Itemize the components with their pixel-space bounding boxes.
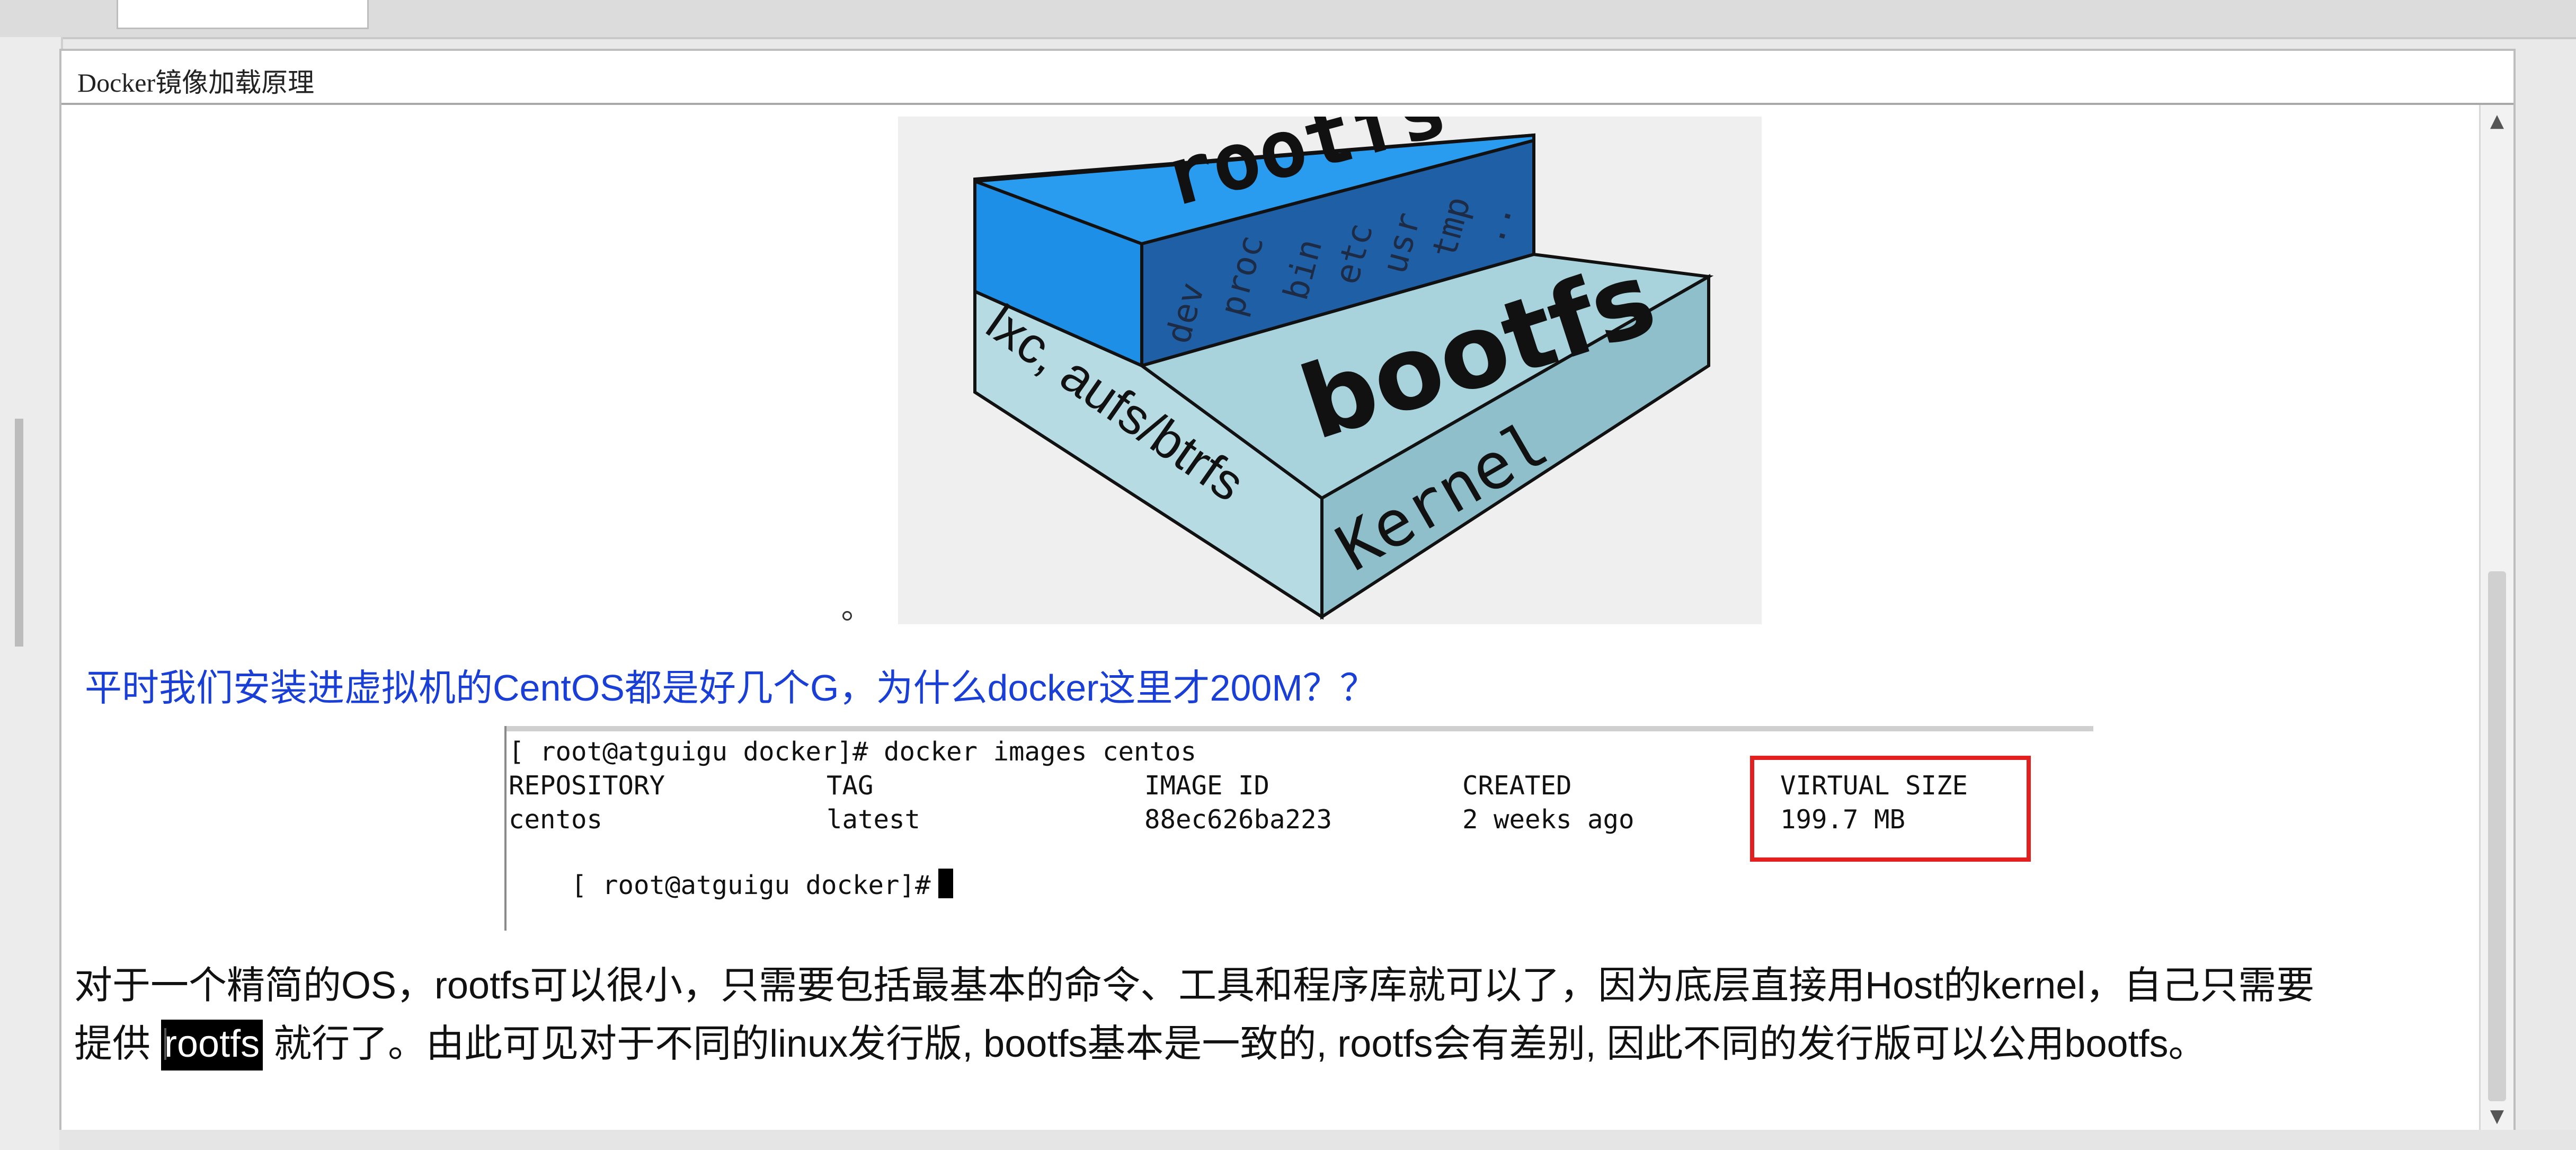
question-text: 平时我们安装进虚拟机的CentOS都是好几个G，为什么docker这里才200M… (85, 667, 1377, 709)
virtual-size-highlight-box (1750, 756, 2031, 862)
top-toolbar-strip (0, 0, 2576, 39)
terminal-command-line: [ root@atguigu docker]# docker images ce… (509, 737, 1197, 767)
terminal-top-border (504, 726, 2093, 731)
paragraph-line-2: 提供 rootfs 就行了。由此可见对于不同的linux发行版, bootfs基… (74, 1012, 2207, 1071)
terminal-header-repository: REPOSITORY (509, 771, 665, 801)
terminal-prompt: [ root@atguigu docker]# (571, 870, 931, 900)
terminal-cursor (938, 869, 953, 898)
terminal-cell-created: 2 weeks ago (1462, 804, 1635, 835)
terminal-prompt-line: [ root@atguigu docker]# (509, 838, 953, 931)
bottom-strip (59, 1130, 2576, 1150)
paragraph-line-2-suffix: 就行了。由此可见对于不同的linux发行版, bootfs基本是一致的, roo… (263, 1023, 2207, 1065)
vertical-scrollbar[interactable]: ▲ ▼ (2479, 105, 2513, 1132)
left-rail (0, 37, 63, 1150)
selected-word-text: rootfs (164, 1023, 260, 1065)
paragraph-line-1: 对于一个精简的OS，rootfs可以很小，只需要包括最基本的命令、工具和程序库就… (74, 965, 2315, 1007)
selected-text-rootfs[interactable]: rootfs (161, 1020, 263, 1071)
bootfs-rootfs-diagram: rootfs dev proc bin etc usr tmp .. bootf… (898, 117, 1762, 624)
document-title: Docker镜像加载原理 (77, 68, 315, 98)
terminal-left-border (504, 726, 507, 931)
scrollbar-thumb[interactable] (2488, 571, 2506, 1101)
paragraph-line-2-prefix: 提供 (74, 1023, 162, 1065)
scroll-up-icon[interactable]: ▲ (2481, 105, 2513, 137)
scroll-down-icon[interactable]: ▼ (2481, 1100, 2513, 1132)
terminal-header-created: CREATED (1462, 771, 1572, 801)
terminal-cell-image-id: 88ec626ba223 (1144, 804, 1333, 835)
terminal-header-tag: TAG (827, 771, 874, 801)
terminal-cell-repository: centos (509, 804, 603, 835)
top-tab[interactable] (117, 0, 369, 29)
terminal-cell-tag: latest (827, 804, 921, 835)
small-circle-mark (842, 611, 852, 621)
document-titlebar: Docker镜像加载原理 (61, 51, 2513, 105)
terminal-header-image-id: IMAGE ID (1144, 771, 1270, 801)
left-rail-accent (15, 419, 23, 647)
